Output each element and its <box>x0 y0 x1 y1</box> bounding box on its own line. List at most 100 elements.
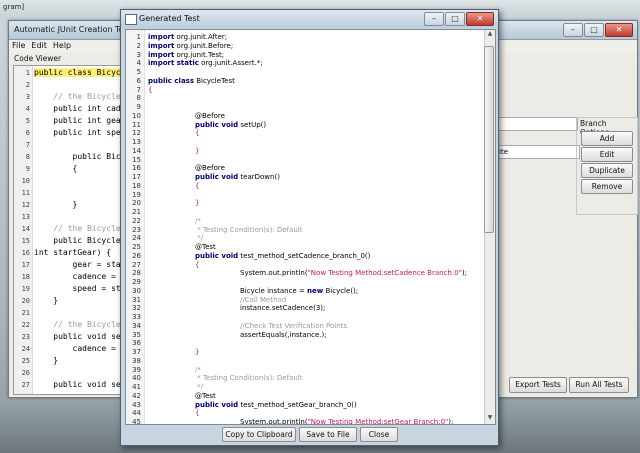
code-viewer-line: 4 public int cadence; <box>14 104 126 116</box>
line-number: 6 <box>25 129 30 137</box>
code-viewer-line: 8 public Bicycle <box>14 152 126 164</box>
code-text: public Bicycle(int startCadence, <box>53 236 126 245</box>
maximize-icon[interactable]: □ <box>445 12 465 26</box>
line-number: 7 <box>25 141 30 149</box>
code-text: } <box>34 296 59 305</box>
line-number: 9 <box>25 165 30 173</box>
scroll-down-icon[interactable]: ▼ <box>485 414 495 424</box>
dialog-title: Generated Test <box>139 14 200 23</box>
minimize-icon[interactable]: – <box>563 23 583 37</box>
scroll-up-icon[interactable]: ▲ <box>485 30 495 40</box>
line-number: 45 <box>132 418 141 425</box>
line-number: 11 <box>21 189 30 197</box>
minimize-icon[interactable]: – <box>424 12 444 26</box>
line-number: 26 <box>21 369 30 377</box>
line-number: 19 <box>21 285 30 293</box>
export-tests-button[interactable]: Export Tests <box>509 377 567 393</box>
close-icon[interactable]: ✕ <box>466 12 494 26</box>
line-number: 15 <box>21 237 30 245</box>
code-viewer-line: 16 int startGear) { <box>14 248 126 260</box>
code-viewer-line: 21 <box>14 308 126 320</box>
code-text: public class Bicycle { <box>34 68 126 77</box>
code-text: public Bicycle <box>72 152 126 161</box>
save-to-file-button[interactable]: Save to File <box>299 427 357 442</box>
code-viewer-line: 3 // the Bicycle class has <box>14 92 126 104</box>
code-text: cadence = newValue; <box>72 344 126 353</box>
code-text: System.out.println("Now Testing Method:s… <box>240 418 454 425</box>
code-viewer-line: 22 // the Bicycle class has <box>14 320 126 332</box>
line-number: 2 <box>25 81 30 89</box>
code-viewer-line: 12 } <box>14 200 126 212</box>
edit-button[interactable]: Edit <box>581 147 633 162</box>
code-viewer-line: 26 <box>14 368 126 380</box>
code-viewer-line: 17 gear = startGear; <box>14 260 126 272</box>
code-text: int startGear) { <box>34 248 112 257</box>
main-window-title: Automatic JUnit Creation Tool <box>14 25 131 34</box>
line-number: 25 <box>21 357 30 365</box>
close-button[interactable]: Close <box>360 427 398 442</box>
code-text: public int cadence; <box>53 104 126 113</box>
code-viewer-label: Code Viewer <box>14 54 62 63</box>
code-viewer-line: 15 public Bicycle(int startCadence, <box>14 236 126 248</box>
run-all-tests-button[interactable]: Run All Tests <box>569 377 629 393</box>
line-number: 12 <box>21 201 30 209</box>
dialog-window-controls: – □ ✕ <box>423 12 494 26</box>
line-number: 23 <box>21 333 30 341</box>
code-text: // the Bicycle class has <box>53 92 126 101</box>
code-text: public int speed; <box>34 128 127 137</box>
code-viewer-line: 10 <box>14 176 126 188</box>
code-text: } <box>34 200 78 209</box>
menu-edit[interactable]: Edit <box>28 40 50 51</box>
line-number: 18 <box>21 273 30 281</box>
menu-help[interactable]: Help <box>50 40 74 51</box>
code-viewer-line: 5 public int gear; <box>14 116 126 128</box>
window-icon <box>125 14 137 25</box>
dialog-footer: Copy to Clipboard Save to File Close <box>121 425 498 445</box>
line-number: 22 <box>21 321 30 329</box>
vertical-scrollbar[interactable]: ▲ ▼ <box>484 30 495 424</box>
code-viewer[interactable]: 1public class Bicycle {23 // the Bicycle… <box>13 65 127 395</box>
add-button[interactable]: Add <box>581 131 633 146</box>
line-number: 8 <box>25 153 30 161</box>
copy-to-clipboard-button[interactable]: Copy to Clipboard <box>222 427 296 442</box>
line-number: 17 <box>21 261 30 269</box>
desktop-window-label: gram] <box>3 3 25 11</box>
menu-file[interactable]: File <box>9 40 28 51</box>
test-code-area[interactable]: ▲ ▼ 1 import org.junit.After; 2 import org.… <box>125 29 496 425</box>
code-text: speed = startSpeed; <box>72 284 126 293</box>
code-text: // the Bicycle class has <box>53 320 126 329</box>
code-text: public void setCadence(int <box>53 332 126 341</box>
code-viewer-line: 23 public void setCadence(int <box>14 332 126 344</box>
close-icon[interactable]: ✕ <box>605 23 633 37</box>
line-number: 1 <box>25 69 30 77</box>
main-window-controls: – □ ✕ <box>562 23 633 37</box>
maximize-icon[interactable]: □ <box>584 23 604 37</box>
code-text: { <box>34 164 78 173</box>
code-viewer-line: 1 public class Bicycle { <box>14 68 126 80</box>
code-text: public void setGear(int <box>53 380 126 389</box>
code-viewer-line: 2 <box>14 80 126 92</box>
remove-button[interactable]: Remove <box>581 179 633 194</box>
generated-test-dialog: Generated Test – □ ✕ ▲ ▼ 1 import org.junit… <box>120 9 499 446</box>
code-text: public int gear; <box>34 116 127 125</box>
duplicate-button[interactable]: Duplicate <box>581 163 633 178</box>
line-number: 10 <box>21 177 30 185</box>
code-viewer-line: 9 { <box>14 164 126 176</box>
line-number: 24 <box>21 345 30 353</box>
code-viewer-line: 25 } <box>14 356 126 368</box>
code-viewer-line: 18 cadence = startCadence; <box>14 272 126 284</box>
code-viewer-line: 27 public void setGear(int <box>14 380 126 392</box>
line-number: 20 <box>21 297 30 305</box>
code-viewer-line: 11 <box>14 188 126 200</box>
code-viewer-line: 6 public int speed; <box>14 128 126 140</box>
branch-list-header <box>496 117 578 131</box>
branch-field[interactable]: ite <box>496 145 580 159</box>
code-viewer-line: 7 <box>14 140 126 152</box>
code-viewer-line: 14 // the Bicycle class has <box>14 224 126 236</box>
scrollbar-thumb[interactable] <box>484 46 494 233</box>
code-viewer-line: 19 speed = startSpeed; <box>14 284 126 296</box>
code-text: gear = startGear; <box>72 260 126 269</box>
code-text: } <box>34 356 59 365</box>
line-number: 27 <box>21 381 30 389</box>
line-number: 16 <box>21 249 30 257</box>
